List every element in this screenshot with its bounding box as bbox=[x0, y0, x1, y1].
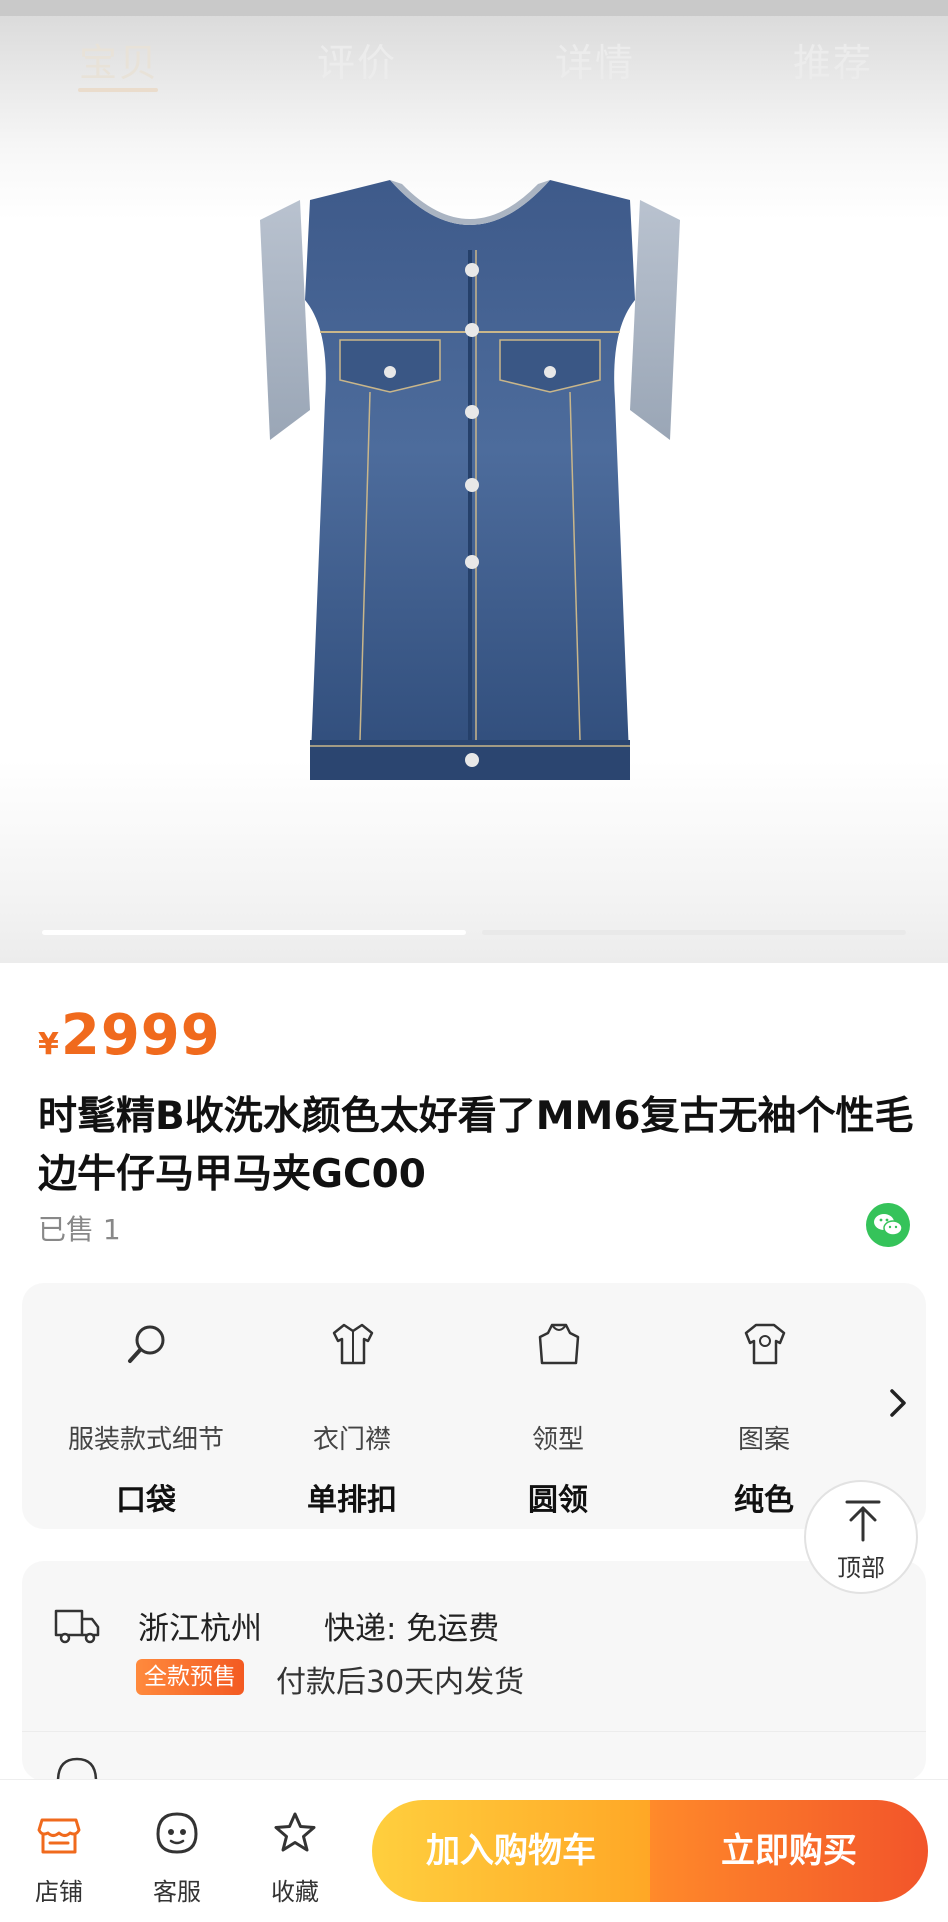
pattern-shirt-icon bbox=[744, 1323, 786, 1365]
attribute-label: 图案 bbox=[737, 1425, 790, 1455]
service-label: 客服 bbox=[153, 1878, 201, 1906]
attribute-collar: 领型 圆领 bbox=[458, 1283, 658, 1529]
shipping-card[interactable]: 浙江杭州 快递: 免运费 全款预售 付款后30天内发货 bbox=[22, 1561, 926, 1781]
product-gallery[interactable]: 宝贝 评价 详情 推荐 bbox=[0, 0, 948, 963]
add-to-cart-button[interactable]: 加入购物车 bbox=[372, 1800, 650, 1902]
tab-baobei[interactable]: 宝贝 bbox=[44, 32, 194, 87]
shirt-placket-icon bbox=[332, 1323, 374, 1365]
presale-badge: 全款预售 bbox=[136, 1659, 244, 1695]
top-tab-bar: 宝贝 评价 详情 推荐 bbox=[0, 22, 948, 112]
chevron-right-icon[interactable] bbox=[884, 1383, 914, 1423]
attribute-placket: 衣门襟 单排扣 bbox=[252, 1283, 452, 1529]
sold-count: 已售 1 bbox=[38, 1213, 121, 1246]
wechat-icon[interactable] bbox=[866, 1203, 910, 1247]
favorite-label: 收藏 bbox=[271, 1878, 319, 1906]
back-to-top-button[interactable]: 顶部 bbox=[804, 1480, 918, 1594]
product-info: ¥2999 时髦精B收洗水颜色太好看了MM6复古无袖个性毛边牛仔马甲马夹GC00… bbox=[0, 963, 948, 1781]
service-icon bbox=[156, 1812, 198, 1854]
attribute-value: 圆领 bbox=[528, 1483, 588, 1518]
attribute-label: 服装款式细节 bbox=[67, 1425, 224, 1455]
product-image bbox=[260, 180, 680, 780]
bottom-action-bar: 店铺 客服 收藏 加入购物车 立即购买 bbox=[0, 1779, 948, 1922]
back-to-top-label: 顶部 bbox=[837, 1554, 885, 1582]
collar-icon bbox=[538, 1323, 580, 1365]
divider bbox=[22, 1731, 926, 1732]
buy-now-button[interactable]: 立即购买 bbox=[650, 1800, 928, 1902]
active-tab-indicator bbox=[78, 88, 158, 92]
gallery-progress-active bbox=[42, 930, 466, 935]
attribute-value: 口袋 bbox=[116, 1483, 176, 1518]
status-bar bbox=[0, 0, 948, 16]
attribute-style-detail: 服装款式细节 口袋 bbox=[46, 1283, 246, 1529]
shop-label: 店铺 bbox=[35, 1878, 83, 1906]
tab-recommend[interactable]: 推荐 bbox=[758, 32, 908, 87]
shop-icon bbox=[37, 1818, 81, 1854]
service-guarantee-icon bbox=[56, 1757, 98, 1781]
ship-time-note: 付款后30天内发货 bbox=[276, 1665, 525, 1700]
ship-from-location: 浙江杭州 bbox=[138, 1611, 262, 1647]
magnifier-icon bbox=[128, 1325, 165, 1363]
purchase-buttons: 加入购物车 立即购买 bbox=[372, 1800, 928, 1902]
truck-icon bbox=[54, 1609, 100, 1644]
price-value: 2999 bbox=[60, 1003, 221, 1068]
currency-symbol: ¥ bbox=[38, 1027, 59, 1062]
express-fee: 快递: 免运费 bbox=[324, 1611, 500, 1647]
tab-details[interactable]: 详情 bbox=[520, 32, 670, 87]
arrow-up-icon bbox=[845, 1500, 881, 1542]
price: ¥2999 bbox=[38, 1003, 221, 1068]
attribute-label: 衣门襟 bbox=[312, 1425, 391, 1455]
attributes-card[interactable]: 服装款式细节 口袋 衣门襟 单排扣 领型 圆领 图案 纯色 bbox=[22, 1283, 926, 1529]
gallery-progress-idle bbox=[482, 930, 906, 935]
attribute-label: 领型 bbox=[531, 1425, 584, 1455]
tab-reviews[interactable]: 评价 bbox=[282, 32, 432, 87]
product-title: 时髦精B收洗水颜色太好看了MM6复古无袖个性毛边牛仔马甲马夹GC00 bbox=[38, 1094, 914, 1197]
star-icon bbox=[274, 1812, 316, 1852]
attribute-value: 单排扣 bbox=[307, 1483, 397, 1518]
